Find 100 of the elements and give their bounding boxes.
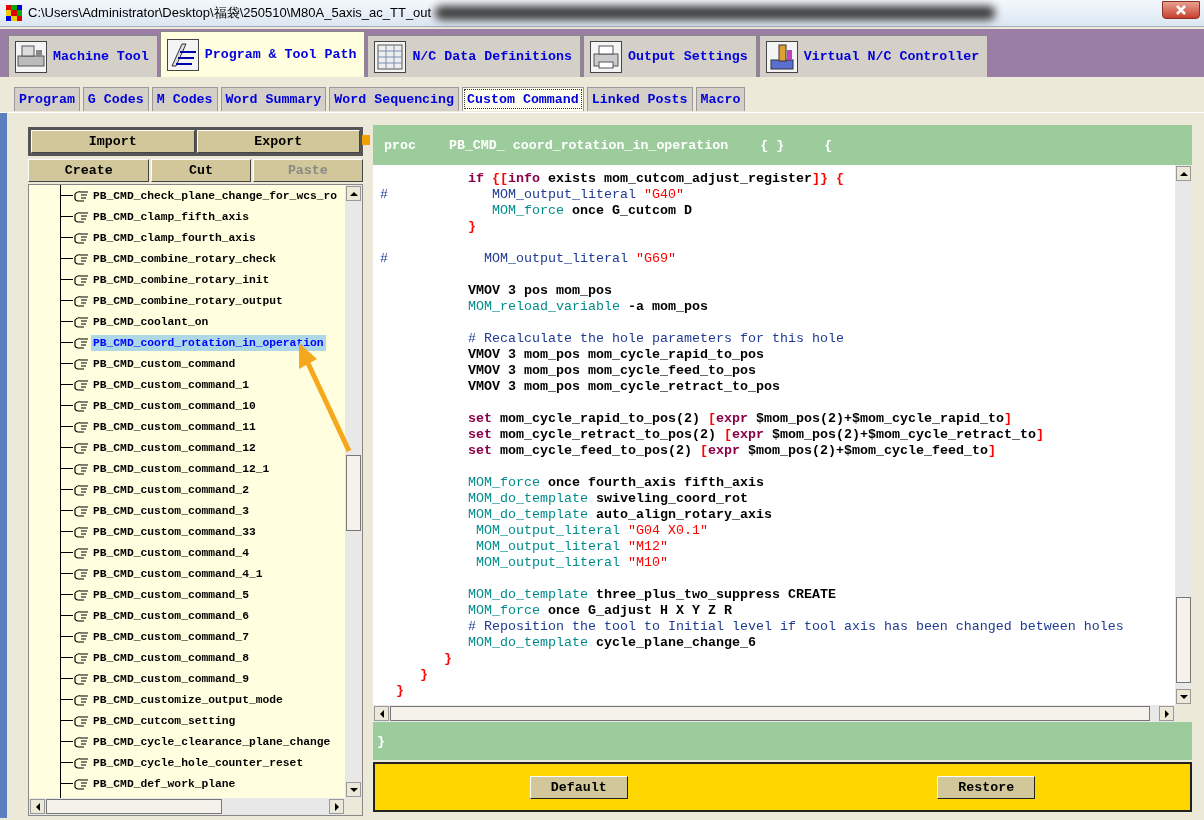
panel-button[interactable]: Cut: [151, 159, 251, 182]
scroll-arrow-button[interactable]: [1176, 689, 1191, 704]
tree-item[interactable]: PB_CMD_custom_command: [91, 355, 238, 372]
scroll-arrow-button[interactable]: [30, 799, 45, 814]
vertical-scrollbar[interactable]: [345, 185, 362, 798]
close-button[interactable]: [1162, 1, 1200, 19]
tree-item[interactable]: PB_CMD_custom_command_8: [91, 649, 251, 666]
tree-item[interactable]: PB_CMD_custom_command_1: [91, 376, 251, 393]
code-token: MOM_force: [466, 603, 540, 618]
code-token: three_plus_two_suppress CREATE: [594, 587, 836, 602]
tree-item[interactable]: PB_CMD_cycle_clearance_plane_change: [91, 733, 333, 750]
sub-tab[interactable]: G Codes: [82, 87, 149, 111]
code-token: }: [395, 683, 404, 698]
tree-item[interactable]: PB_CMD_custom_command_6: [91, 607, 251, 624]
scroll-arrow-button[interactable]: [1176, 166, 1191, 181]
sub-tab[interactable]: Word Summary: [220, 87, 327, 111]
tree-item[interactable]: PB_CMD_custom_command_3: [91, 502, 251, 519]
tree-item[interactable]: PB_CMD_custom_command_7: [91, 628, 251, 645]
code-token: once fourth_axis fifth_axis: [546, 475, 764, 490]
tree-item[interactable]: PB_CMD_customize_output_mode: [91, 691, 285, 708]
tree-item[interactable]: PB_CMD_custom_command_5: [91, 586, 251, 603]
sub-tab[interactable]: Linked Posts: [586, 87, 693, 111]
sub-tab[interactable]: Word Sequencing: [329, 87, 460, 111]
vertical-scrollbar[interactable]: [1175, 165, 1192, 705]
code-token: }: [419, 667, 428, 682]
grid-icon: [374, 40, 407, 73]
horizontal-scrollbar[interactable]: [373, 705, 1175, 722]
tree-item[interactable]: PB_CMD_clamp_fifth_axis: [91, 208, 251, 225]
code-token: $mom_pos(2)+$mom_cycle_retract_to: [770, 427, 1036, 442]
code-token: # Recalculate the hole parameters for this hole: [466, 331, 844, 346]
scroll-thumb[interactable]: [46, 799, 222, 814]
tree-item[interactable]: PB_CMD_custom_command_2: [91, 481, 251, 498]
pen-lines-icon: [166, 38, 199, 71]
main-tab[interactable]: Machine Tool: [8, 35, 158, 77]
horizontal-scrollbar[interactable]: [29, 798, 345, 815]
sub-tab[interactable]: Custom Command: [462, 87, 584, 111]
code-token: mom_cycle_retract_to_pos(2): [498, 427, 717, 442]
tree-item[interactable]: PB_CMD_cycle_hole_counter_reset: [91, 754, 306, 771]
tree-item[interactable]: PB_CMD_coord_rotation_in_operation: [91, 334, 326, 351]
scroll-arrow-button[interactable]: [1159, 706, 1174, 721]
code-token: "M12": [626, 539, 668, 554]
panel-button[interactable]: Import: [31, 130, 195, 153]
code-token: "G69": [634, 251, 676, 266]
code-token: info: [508, 171, 540, 186]
panel-button[interactable]: Export: [196, 130, 360, 153]
code-token: MOM_reload_variable: [466, 299, 620, 314]
code-token: VMOV 3 pos mom_pos: [466, 283, 612, 298]
scroll-arrow-button[interactable]: [346, 782, 361, 797]
code-token: $mom_pos(2)+$mom_cycle_feed_to: [746, 443, 988, 458]
action-button[interactable]: Default: [529, 775, 628, 799]
tree-item[interactable]: PB_CMD_def_work_plane: [91, 775, 238, 792]
tree-item[interactable]: PB_CMD_custom_command_12: [91, 439, 258, 456]
header-text: proc: [384, 137, 416, 153]
sub-tab[interactable]: Macro: [695, 87, 746, 111]
tree-item[interactable]: PB_CMD_custom_command_33: [91, 523, 258, 540]
tree-item[interactable]: PB_CMD_combine_rotary_init: [91, 271, 272, 288]
code-token: ]: [1035, 427, 1044, 442]
sub-tab[interactable]: Program: [14, 87, 80, 111]
main-tab[interactable]: Output Settings: [582, 35, 757, 77]
code-editor[interactable]: [373, 165, 1175, 705]
tree-item[interactable]: PB_CMD_custom_command_10: [91, 397, 258, 414]
code-token: MOM_output_literal: [474, 555, 620, 570]
scroll-thumb[interactable]: [346, 455, 361, 531]
machine-icon: [15, 40, 47, 73]
code-token: if: [466, 171, 484, 186]
code-token: VMOV 3 mom_pos mom_cycle_rapid_to_pos: [466, 347, 764, 362]
code-token: # MOM_output_literal: [380, 187, 636, 202]
scroll-arrow-button[interactable]: [374, 706, 389, 721]
main-tab[interactable]: Program & Tool Path: [159, 31, 366, 77]
triangle-icon: [1179, 169, 1188, 178]
tree-item[interactable]: PB_CMD_check_plane_change_for_wcs_ro: [91, 187, 340, 204]
scroll-arrow-button[interactable]: [346, 186, 361, 201]
code-token: ]: [987, 443, 996, 458]
tree-item[interactable]: PB_CMD_custom_command_12_1: [91, 460, 272, 477]
tree-item[interactable]: PB_CMD_cutcom_setting: [91, 712, 238, 729]
header-text: PB_CMD_ coord_rotation_in_operation: [448, 137, 729, 153]
action-button[interactable]: Restore: [937, 775, 1036, 799]
tree-item[interactable]: PB_CMD_clamp_fourth_axis: [91, 229, 258, 246]
code-token: ]: [1003, 411, 1012, 426]
tree-item[interactable]: PB_CMD_custom_command_4: [91, 544, 251, 561]
tree-item[interactable]: PB_CMD_combine_rotary_check: [91, 250, 279, 267]
main-tab[interactable]: Virtual N/C Controller: [758, 35, 989, 77]
code-token: set: [466, 411, 492, 426]
scroll-thumb[interactable]: [1176, 597, 1191, 683]
tree-item[interactable]: PB_CMD_custom_command_4_1: [91, 565, 265, 582]
header-text: {: [824, 137, 833, 153]
code-token: exists mom_cutcom_adjust_register: [546, 171, 812, 186]
code-token: [: [699, 443, 708, 458]
main-tab[interactable]: N/C Data Definitions: [367, 35, 581, 77]
code-token: MOM_force: [466, 475, 540, 490]
code-token: MOM_output_literal: [474, 539, 620, 554]
sub-tab[interactable]: M Codes: [151, 87, 218, 111]
code-token: expr: [731, 427, 764, 442]
tree-item[interactable]: PB_CMD_custom_command_9: [91, 670, 251, 687]
panel-button[interactable]: Create: [28, 159, 150, 182]
tree-item[interactable]: PB_CMD_custom_command_11: [91, 418, 258, 435]
scroll-thumb[interactable]: [390, 706, 1150, 721]
scroll-arrow-button[interactable]: [329, 799, 344, 814]
tree-item[interactable]: PB_CMD_coolant_on: [91, 313, 211, 330]
tree-item[interactable]: PB_CMD_combine_rotary_output: [91, 292, 285, 309]
